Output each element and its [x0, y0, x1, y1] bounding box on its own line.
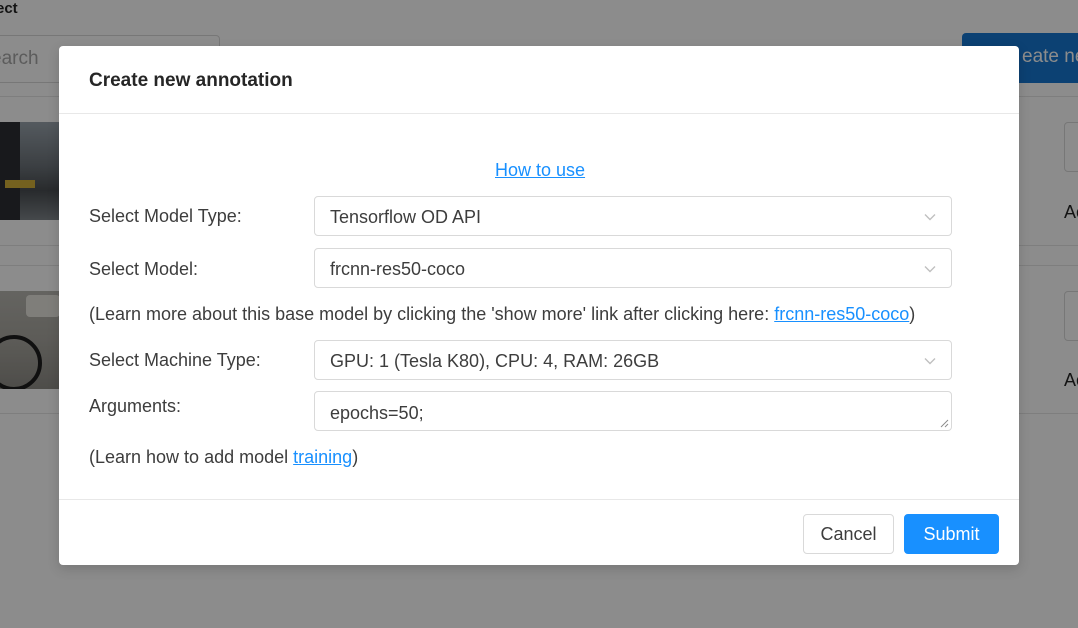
resize-grip-icon[interactable] — [939, 418, 949, 428]
cancel-button[interactable]: Cancel — [803, 514, 894, 554]
chevron-down-icon — [924, 214, 936, 221]
model-type-select[interactable]: Tensorflow OD API — [314, 196, 952, 236]
learn-more-prefix: (Learn more about this base model by cli… — [89, 304, 775, 324]
model-info-link[interactable]: frcnn-res50-coco — [774, 304, 909, 324]
training-note-suffix: ) — [352, 447, 359, 467]
model-label: Select Model: — [89, 259, 199, 279]
chevron-down-icon — [924, 266, 936, 273]
learn-more-suffix: ) — [909, 304, 916, 324]
chevron-down-icon — [924, 358, 936, 365]
machine-type-select[interactable]: GPU: 1 (Tesla K80), CPU: 4, RAM: 26GB — [314, 340, 952, 380]
machine-type-value: GPU: 1 (Tesla K80), CPU: 4, RAM: 26GB — [330, 351, 660, 371]
training-note-prefix: (Learn how to add model — [89, 447, 294, 467]
arguments-label: Arguments: — [89, 396, 182, 416]
arguments-textarea[interactable]: epochs=50; — [314, 391, 952, 431]
modal-footer: Cancel Submit — [59, 499, 1019, 565]
arguments-value: epochs=50; — [330, 403, 424, 423]
how-to-use-link[interactable]: How to use — [495, 160, 585, 181]
modal-header: Create new annotation — [59, 46, 1019, 114]
model-value: frcnn-res50-coco — [330, 259, 466, 279]
model-select[interactable]: frcnn-res50-coco — [314, 248, 952, 288]
submit-button[interactable]: Submit — [904, 514, 999, 554]
training-note: (Learn how to add model training) — [89, 447, 358, 468]
create-annotation-modal: Create new annotation How to use Select … — [59, 46, 1019, 565]
machine-type-label: Select Machine Type: — [89, 350, 261, 370]
training-link[interactable]: training — [293, 447, 352, 467]
model-type-value: Tensorflow OD API — [330, 207, 482, 227]
model-type-label: Select Model Type: — [89, 206, 242, 226]
learn-more-note: (Learn more about this base model by cli… — [89, 304, 915, 325]
modal-title: Create new annotation — [89, 70, 293, 91]
